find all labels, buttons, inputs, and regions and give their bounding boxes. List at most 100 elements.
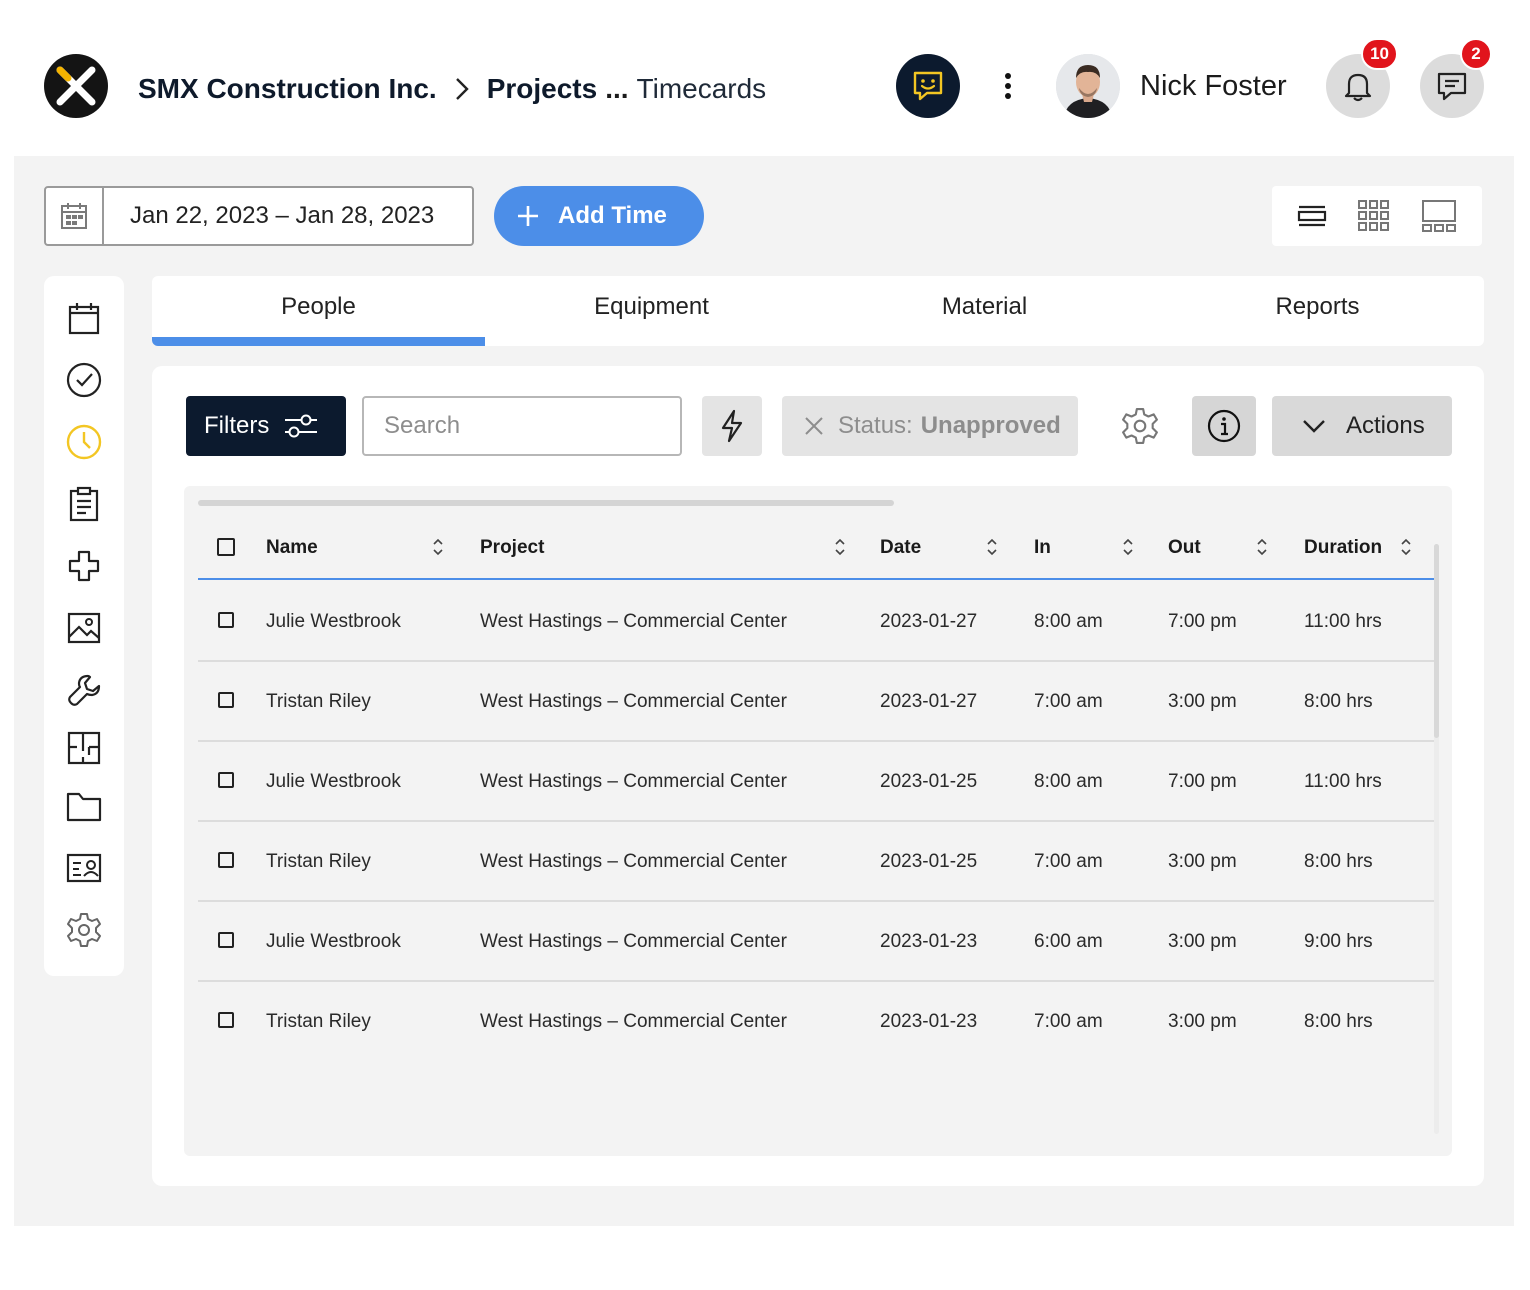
cell-name: Julie Westbrook	[266, 771, 401, 792]
sort-icon[interactable]	[1256, 536, 1268, 558]
app-header: SMX Construction Inc. Projects ... Timec…	[0, 0, 1530, 156]
cell-date: 2023-01-27	[880, 611, 978, 632]
table-row[interactable]: Julie Westbrook West Hastings – Commerci…	[198, 742, 1434, 822]
column-header-out[interactable]: Out	[1168, 516, 1201, 580]
cell-in: 7:00 am	[1034, 691, 1103, 712]
sort-icon[interactable]	[986, 536, 998, 558]
breadcrumb: SMX Construction Inc. Projects ... Timec…	[138, 70, 766, 108]
filters-label: Filters	[204, 412, 270, 439]
column-header-date[interactable]: Date	[880, 516, 921, 580]
status-filter-value: Unapproved	[920, 412, 1061, 439]
person-photo-icon	[1056, 54, 1120, 118]
date-range-picker[interactable]: Jan 22, 2023 – Jan 28, 2023	[44, 186, 474, 246]
cell-out: 7:00 pm	[1168, 611, 1237, 632]
grid-view-icon[interactable]	[1357, 199, 1391, 233]
info-button[interactable]	[1192, 396, 1256, 456]
table-row[interactable]: Tristan Riley West Hastings – Commercial…	[198, 662, 1434, 742]
row-checkbox[interactable]	[218, 852, 234, 868]
table-row[interactable]: Julie Westbrook West Hastings – Commerci…	[198, 902, 1434, 982]
actions-dropdown[interactable]: Actions	[1272, 396, 1452, 456]
cell-date: 2023-01-23	[880, 1011, 978, 1032]
row-checkbox[interactable]	[218, 932, 234, 948]
list-view-icon[interactable]	[1297, 203, 1327, 229]
row-checkbox[interactable]	[218, 772, 234, 788]
column-header-project[interactable]: Project	[480, 516, 544, 580]
wrench-icon[interactable]	[64, 670, 104, 710]
calendar-icon[interactable]	[46, 188, 104, 244]
column-header-in[interactable]: In	[1034, 516, 1051, 580]
user-name[interactable]: Nick Foster	[1140, 70, 1287, 103]
sliders-icon	[285, 414, 318, 438]
table-row[interactable]: Julie Westbrook West Hastings – Commerci…	[198, 582, 1434, 662]
add-time-button[interactable]: Add Time	[494, 186, 704, 246]
search-input[interactable]	[362, 396, 682, 456]
sort-icon[interactable]	[432, 536, 444, 558]
cell-project: West Hastings – Commercial Center	[480, 1011, 787, 1032]
table-settings-button[interactable]	[1116, 402, 1164, 450]
cell-in: 8:00 am	[1034, 771, 1103, 792]
sort-icon[interactable]	[1400, 536, 1412, 558]
status-filter-chip[interactable]: Status: Unapproved	[782, 396, 1078, 456]
cell-out: 3:00 pm	[1168, 851, 1237, 872]
messages-button[interactable]: 2	[1420, 38, 1492, 118]
sort-icon[interactable]	[1122, 536, 1134, 558]
side-navigation	[44, 276, 124, 976]
column-header-duration[interactable]: Duration	[1304, 516, 1382, 580]
clock-icon[interactable]	[64, 422, 104, 462]
actions-label: Actions	[1346, 412, 1425, 439]
table-row[interactable]: Tristan Riley West Hastings – Commercial…	[198, 982, 1434, 1062]
messages-badge: 2	[1460, 38, 1492, 70]
table-row[interactable]: Tristan Riley West Hastings – Commercial…	[198, 822, 1434, 902]
chat-smile-icon	[913, 71, 943, 101]
gear-icon	[1122, 408, 1158, 444]
status-filter-prefix: Status:	[838, 412, 913, 439]
lightning-icon	[721, 409, 743, 443]
breadcrumb-ellipsis[interactable]: ...	[605, 73, 628, 105]
company-logo[interactable]	[44, 54, 108, 118]
notifications-button[interactable]: 10	[1326, 38, 1398, 118]
medical-cross-icon[interactable]	[64, 546, 104, 586]
folder-icon[interactable]	[64, 786, 104, 826]
date-range-text[interactable]: Jan 22, 2023 – Jan 28, 2023	[104, 188, 472, 244]
close-icon[interactable]	[804, 416, 824, 436]
cell-in: 7:00 am	[1034, 851, 1103, 872]
cell-name: Tristan Riley	[266, 1011, 371, 1032]
quick-action-button[interactable]	[702, 396, 762, 456]
cell-name: Tristan Riley	[266, 851, 371, 872]
vertical-scrollbar[interactable]	[1434, 544, 1439, 738]
id-card-icon[interactable]	[64, 848, 104, 888]
breadcrumb-company[interactable]: SMX Construction Inc.	[138, 73, 437, 105]
cell-duration: 11:00 hrs	[1304, 611, 1382, 632]
breadcrumb-projects[interactable]: Projects	[487, 73, 598, 105]
cell-duration: 11:00 hrs	[1304, 771, 1382, 792]
tab-material[interactable]: Material	[818, 276, 1151, 346]
cell-project: West Hastings – Commercial Center	[480, 931, 787, 952]
assistant-button[interactable]	[896, 54, 960, 118]
tab-reports[interactable]: Reports	[1151, 276, 1484, 346]
row-checkbox[interactable]	[218, 1012, 234, 1028]
check-circle-icon[interactable]	[64, 360, 104, 400]
cell-out: 3:00 pm	[1168, 1011, 1237, 1032]
sort-icon[interactable]	[834, 536, 846, 558]
more-menu-icon[interactable]	[992, 66, 1024, 106]
cell-duration: 8:00 hrs	[1304, 851, 1373, 872]
gear-icon[interactable]	[64, 910, 104, 950]
row-checkbox[interactable]	[218, 612, 234, 628]
calendar-icon[interactable]	[64, 298, 104, 338]
floorplan-icon[interactable]	[64, 728, 104, 768]
horizontal-scrollbar[interactable]	[198, 500, 894, 506]
cell-project: West Hastings – Commercial Center	[480, 851, 787, 872]
user-avatar[interactable]	[1056, 54, 1120, 118]
tab-equipment[interactable]: Equipment	[485, 276, 818, 346]
gallery-view-icon[interactable]	[1421, 199, 1457, 233]
column-header-name[interactable]: Name	[266, 516, 318, 580]
clipboard-icon[interactable]	[64, 484, 104, 524]
cell-project: West Hastings – Commercial Center	[480, 611, 787, 632]
tab-people[interactable]: People	[152, 276, 485, 346]
select-all-checkbox[interactable]	[217, 538, 235, 556]
plus-icon	[518, 206, 538, 226]
timecards-panel: Filters Status: Unapproved Actions	[152, 366, 1484, 1186]
filters-button[interactable]: Filters	[186, 396, 346, 456]
row-checkbox[interactable]	[218, 692, 234, 708]
image-icon[interactable]	[64, 608, 104, 648]
